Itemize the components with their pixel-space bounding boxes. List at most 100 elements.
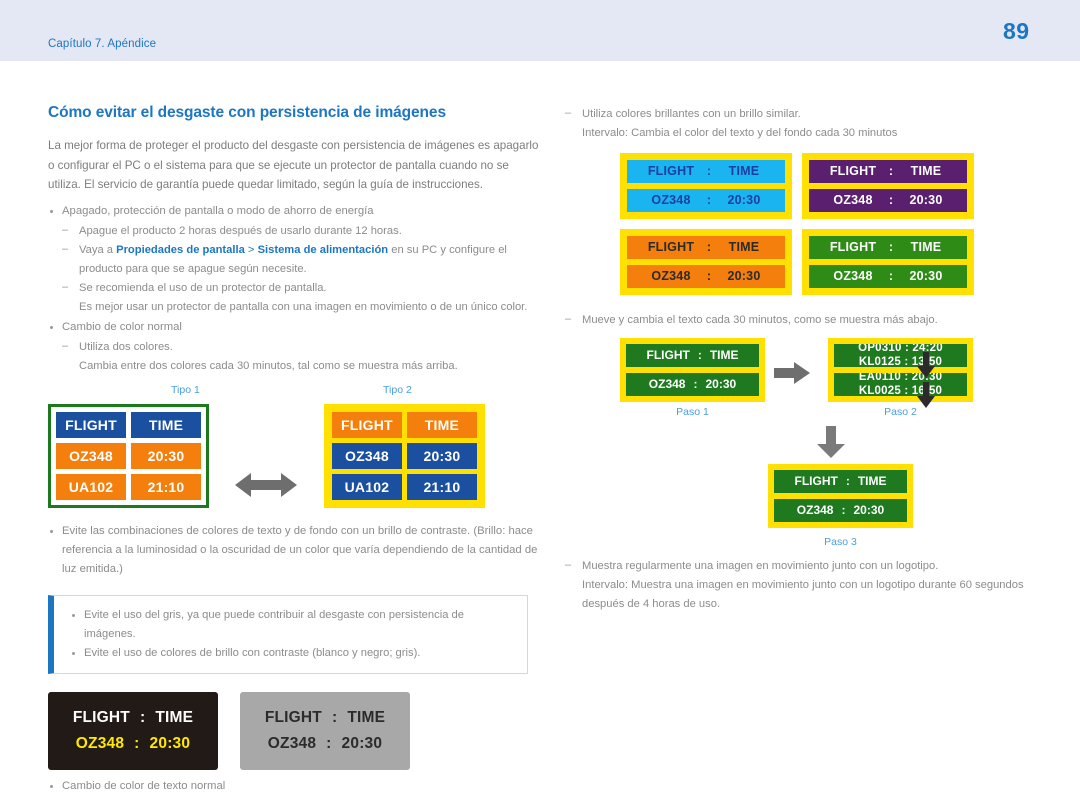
cell-flight-time: 20:30 [853,503,885,517]
paso3-group: FLIGHT : TIME OZ348 : 20:30 Paso 3 [620,426,1055,548]
double-arrow-icon [235,470,298,505]
cell-flight-header: FLIGHT [56,411,126,438]
cell-flight-no: OZ348 [651,269,691,283]
right-column: Utiliza colores brillantes con un brillo… [565,104,1055,614]
board-row: FLIGHT : TIME [250,705,400,731]
sub-text-suffix: en su PC y configure el [388,243,507,256]
board-row: FLIGHT : TIME [809,236,967,259]
cell-flight-no: OZ348 [833,193,873,207]
cell-flight-time: 20:30 [705,377,737,391]
list-item: Apagado, protección de pantalla o modo d… [48,202,540,317]
cell-separator: : [706,164,712,178]
cell-flight-header: FLIGHT [794,474,838,488]
display-properties-link[interactable]: Propiedades de pantalla [116,244,245,256]
cell-flight-time: 20:30 [131,442,201,469]
cell-flight-header: FLIGHT [646,348,690,362]
board-row: FLIGHT TIME [331,411,477,438]
cell-separator: : [888,240,894,254]
moving-text-list: Mueve y cambia el texto cada 30 minutos,… [565,310,1055,330]
board-row: FLIGHT : TIME [774,470,907,493]
cell-time-header: TIME [910,240,942,254]
sub-text-line3: después de 4 horas de uso. [582,598,721,610]
sub-text-line2: Intervalo: Muestra una imagen en movimie… [582,579,1024,591]
scroll-line: KL0025 : 16:50 [858,385,943,396]
cell-flight-header: FLIGHT [72,708,130,726]
cell-flight-no: OZ348 [833,269,873,283]
board-row: FLIGHT : TIME [809,160,967,183]
list-item: Utiliza dos colores. Cambia entre dos co… [62,337,540,376]
board-row: OZ348 : 20:30 [627,265,785,288]
board-row: OZ348 : 20:30 [627,189,785,212]
bullet-label: Cambio de color de texto normal [62,779,226,792]
sub-text-line2: producto para que se apague según necesi… [79,262,307,275]
paso1-label: Paso 1 [676,406,709,418]
list-item: Evite el uso del gris, ya que puede cont… [70,606,515,644]
board-row: FLIGHT : TIME [626,344,759,367]
list-item: Apague el producto 2 horas después de us… [62,221,540,241]
cell-time-header: TIME [728,164,760,178]
cell-flight-no: OZ348 [75,734,125,752]
scroll-line: KL0125 : 13:50 [858,356,943,367]
cell-flight-header: FLIGHT [264,708,322,726]
board-row: OZ348 : 20:30 [809,265,967,288]
power-saving-sublist: Apague el producto 2 horas después de us… [62,221,540,317]
orange-panel: FLIGHT : TIME OZ348 : 20:30 [620,229,792,295]
sub-text: Mueve y cambia el texto cada 30 minutos,… [582,314,938,326]
color-panel-grid: FLIGHT : TIME OZ348 : 20:30 FLIGHT : TIM… [620,153,1055,295]
bullet-label: Apagado, protección de pantalla o modo d… [62,204,374,217]
cell-flight-time: 21:10 [406,473,477,500]
text-color-note-list: Cambio de color de texto normal [48,777,540,796]
paso1-flight-board: FLIGHT : TIME OZ348 : 20:30 [620,338,765,402]
cell-flight-time: 20:30 [727,193,761,207]
cell-flight-no: OZ348 [267,734,317,752]
cell-time-header: TIME [857,474,887,488]
page-header-band [0,0,1080,61]
cell-flight-no: OZ348 [648,377,686,391]
scroll-window-bottom: EA0110 : 20:30 KL0025 : 16:50 [834,373,967,396]
bright-colors-list: Utiliza colores brillantes con un brillo… [565,104,1055,143]
cell-flight-time: 20:30 [727,269,761,283]
board-row: OZ348 : 20:30 [774,499,907,522]
cell-time-header: TIME [131,411,201,438]
tipo1-flight-board: FLIGHT TIME OZ348 20:30 UA102 21:10 [48,403,209,508]
chapter-breadcrumb: Capítulo 7. Apéndice [48,38,157,50]
gray-flight-board: FLIGHT : TIME OZ348 : 20:30 [240,691,410,770]
cell-separator: : [706,269,712,283]
cell-separator: : [888,269,894,283]
cell-time-header: TIME [347,708,386,726]
step-diagram: FLIGHT : TIME OZ348 : 20:30 Paso 1 OP031… [620,338,1055,422]
dark-flight-board: FLIGHT : TIME OZ348 : 20:30 [48,691,218,770]
paso2-group: OP0310 : 24:20 KL0125 : 13:50 EA0110 : 2… [828,338,973,418]
cell-time-header: TIME [709,348,739,362]
cell-separator: : [888,193,894,207]
sub-text: Utiliza colores brillantes con un brillo… [582,108,801,120]
cell-time-header: TIME [728,240,760,254]
bullet-label: Evite las combinaciones de colores de te… [62,524,538,575]
sub-text: Utiliza dos colores. [79,340,173,353]
intro-paragraph: La mejor forma de proteger el producto d… [48,139,539,191]
sub-text-line2: Cambia entre dos colores cada 30 minutos… [79,359,458,372]
paso2-label: Paso 2 [884,406,917,418]
note-list: Evite el uso del gris, ya que puede cont… [70,606,515,663]
cell-time-header: TIME [155,708,194,726]
board-row: FLIGHT : TIME [627,236,785,259]
cell-separator: : [697,348,702,362]
sub-text: Muestra regularmente una imagen en movim… [582,560,939,572]
board-row: FLIGHT : TIME [627,160,785,183]
cell-flight-no: OZ348 [331,442,402,469]
paso2-flight-board: OP0310 : 24:20 KL0125 : 13:50 EA0110 : 2… [828,338,973,402]
power-system-link[interactable]: Sistema de alimentación [258,244,389,256]
purple-panel: FLIGHT : TIME OZ348 : 20:30 [802,153,974,219]
list-item: Se recomienda el uso de un protector de … [62,278,540,317]
cell-separator: : [888,164,894,178]
paso3-flight-board: FLIGHT : TIME OZ348 : 20:30 [768,464,913,528]
tipo-board-comparison: FLIGHT TIME OZ348 20:30 UA102 21:10 FLIG… [48,403,540,508]
board-row: OZ348 20:30 [56,442,201,469]
note-text: Evite el uso del gris, ya que puede cont… [84,608,464,640]
cell-flight-time: 21:10 [131,473,201,500]
path-separator: > [244,243,258,256]
cell-flight-no: UA102 [331,473,402,500]
paso1-group: FLIGHT : TIME OZ348 : 20:30 Paso 1 [620,338,765,418]
list-item: Evite las combinaciones de colores de te… [48,522,540,579]
cell-flight-header: FLIGHT [829,164,877,178]
